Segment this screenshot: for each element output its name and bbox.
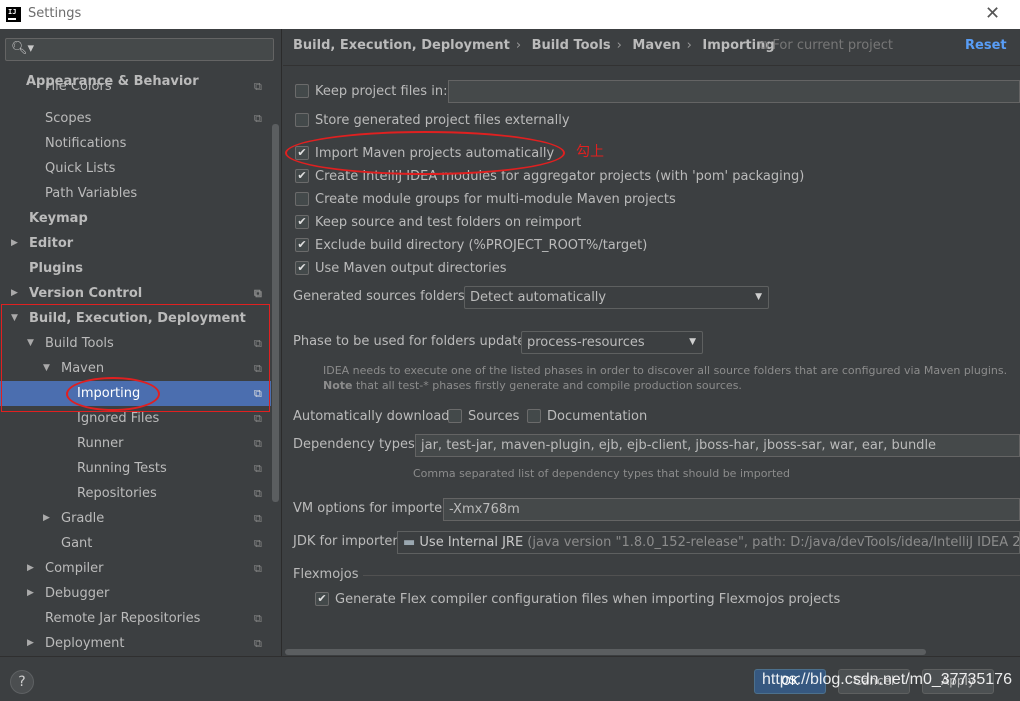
keep-project-files-row[interactable]: Keep project files in:: [295, 82, 447, 102]
tree-item-scopes[interactable]: Scopes ⧉: [0, 106, 271, 131]
use-output-row[interactable]: ✔ Use Maven output directories: [295, 259, 507, 279]
tree-item-keymap[interactable]: Keymap: [0, 206, 271, 231]
project-scope-icon: ⧉: [759, 38, 773, 53]
content-horizontal-scrollbar[interactable]: [285, 649, 926, 655]
tree-item-compiler[interactable]: ▶ Compiler ⧉: [0, 556, 271, 581]
search-icon: 🔍︎▾: [11, 41, 35, 56]
expand-arrow-icon[interactable]: ▶: [43, 506, 50, 531]
vm-options-input[interactable]: -Xmx768m: [443, 498, 1020, 521]
tree-item-editor[interactable]: ▶ Editor: [0, 231, 271, 256]
tree-item-path-variables[interactable]: Path Variables: [0, 181, 271, 206]
phase-hint-line-1: IDEA needs to execute one of the listed …: [323, 364, 1008, 377]
project-scope-icon: ⧉: [254, 612, 262, 625]
module-groups-checkbox[interactable]: [295, 191, 309, 206]
sidebar-scrollbar[interactable]: [272, 124, 279, 502]
project-scope-icon: ⧉: [254, 83, 262, 93]
expand-arrow-icon[interactable]: ▶: [27, 556, 34, 581]
auto-download-label: Automatically download:: [293, 409, 454, 424]
tree-item-repositories[interactable]: Repositories ⧉: [0, 481, 271, 506]
dependency-types-hint: Comma separated list of dependency types…: [413, 467, 791, 480]
annotation-oval: [66, 377, 160, 411]
chevron-down-icon: ▼: [755, 292, 762, 302]
tree-item-gradle[interactable]: ▶ Gradle ⧉: [0, 506, 271, 531]
expand-arrow-icon[interactable]: ▶: [27, 581, 34, 606]
settings-content: Build, Execution, Deployment › Build Tool…: [283, 29, 1020, 656]
reset-link[interactable]: Reset: [965, 38, 1007, 53]
title-bar: IJ Settings ✕: [0, 0, 1020, 29]
tree-item-remote-jar-repositories[interactable]: Remote Jar Repositories ⧉: [0, 606, 271, 631]
download-documentation-row[interactable]: Documentation: [527, 407, 647, 427]
flexmojos-section-title: Flexmojos: [293, 567, 359, 582]
vm-options-label: VM options for importer:: [293, 501, 452, 516]
project-files-path-input[interactable]: [448, 80, 1020, 103]
jdk-label: JDK for importer:: [293, 534, 402, 549]
help-button[interactable]: ?: [10, 670, 34, 694]
jdk-dropdown[interactable]: ▬ Use Internal JRE (java version "1.8.0_…: [397, 531, 1020, 554]
tree-item-notifications[interactable]: Notifications: [0, 131, 271, 156]
project-scope-icon: ⧉: [254, 437, 262, 450]
project-scope-icon: ⧉: [254, 562, 262, 575]
create-modules-checkbox[interactable]: ✔: [295, 168, 309, 183]
download-documentation-checkbox[interactable]: [527, 408, 541, 423]
dialog-footer: ? OK Cancel Apply https://blog.csdn.net/…: [0, 656, 1020, 701]
tree-item-gant[interactable]: Gant ⧉: [0, 531, 271, 556]
project-scope-icon: ⧉: [254, 637, 262, 650]
project-scope-icon: ⧉: [254, 487, 262, 500]
expand-arrow-icon[interactable]: ▶: [11, 281, 18, 306]
tree-item-running-tests[interactable]: Running Tests ⧉: [0, 456, 271, 481]
tree-item-version-control[interactable]: ▶ Version Control ⧉: [0, 281, 271, 306]
dependency-types-label: Dependency types:: [293, 437, 420, 452]
chevron-down-icon: ▼: [689, 337, 696, 347]
module-groups-row[interactable]: Create module groups for multi-module Ma…: [295, 190, 676, 210]
project-scope-icon: ⧉: [254, 512, 262, 525]
dependency-types-input[interactable]: jar, test-jar, maven-plugin, ejb, ejb-cl…: [415, 434, 1020, 457]
keep-source-checkbox[interactable]: ✔: [295, 214, 309, 229]
download-sources-row[interactable]: Sources: [448, 407, 519, 427]
store-externally-row[interactable]: Store generated project files externally: [295, 111, 570, 131]
phase-hint-line-2: Note that all test-* phases firstly gene…: [323, 379, 742, 392]
intellij-logo-icon: IJ: [6, 7, 21, 22]
tree-item-plugins[interactable]: Plugins: [0, 256, 271, 281]
project-scope-icon: ⧉: [254, 462, 262, 475]
exclude-build-row[interactable]: ✔ Exclude build directory (%PROJECT_ROOT%…: [295, 236, 647, 256]
annotation-oval: [285, 131, 565, 175]
tree-item-debugger[interactable]: ▶ Debugger: [0, 581, 271, 606]
download-sources-checkbox[interactable]: [448, 408, 462, 423]
generated-sources-label: Generated sources folders:: [293, 289, 470, 304]
exclude-build-checkbox[interactable]: ✔: [295, 237, 309, 252]
store-externally-checkbox[interactable]: [295, 112, 309, 127]
generated-sources-dropdown[interactable]: Detect automatically ▼: [464, 286, 769, 309]
phase-dropdown[interactable]: process-resources ▼: [521, 331, 703, 354]
watermark-text: https://blog.csdn.net/m0_37735176: [762, 671, 1012, 688]
flexmojos-separator: [363, 575, 1020, 576]
flexmojos-row[interactable]: ✔ Generate Flex compiler configuration fi…: [315, 590, 840, 610]
project-scope-icon: ⧉: [254, 112, 262, 125]
for-current-project-label: ⧉ For current project: [759, 38, 894, 53]
window-title: Settings: [28, 6, 82, 21]
search-input[interactable]: 🔍︎▾: [5, 38, 274, 61]
expand-arrow-icon[interactable]: ▶: [11, 231, 18, 256]
header-divider: [283, 65, 1020, 66]
phase-label: Phase to be used for folders update:: [293, 334, 530, 349]
project-scope-icon: ⧉: [254, 537, 262, 550]
tree-item-deployment[interactable]: ▶ Deployment ⧉: [0, 631, 271, 656]
keep-project-files-checkbox[interactable]: [295, 83, 309, 98]
use-output-checkbox[interactable]: ✔: [295, 260, 309, 275]
folder-icon: ▬: [403, 535, 420, 550]
tree-item-file-colors[interactable]: File Colors ⧉: [0, 83, 271, 99]
close-icon[interactable]: ✕: [985, 3, 1000, 24]
keep-source-row[interactable]: ✔ Keep source and test folders on reimpor…: [295, 213, 581, 233]
tree-item-runner[interactable]: Runner ⧉: [0, 431, 271, 456]
project-scope-icon: ⧉: [254, 287, 262, 300]
annotation-text: 勾上: [576, 144, 604, 160]
expand-arrow-icon[interactable]: ▶: [27, 631, 34, 656]
breadcrumb: Build, Execution, Deployment › Build Tool…: [293, 38, 775, 53]
tree-item-quick-lists[interactable]: Quick Lists: [0, 156, 271, 181]
flexmojos-checkbox[interactable]: ✔: [315, 591, 329, 606]
